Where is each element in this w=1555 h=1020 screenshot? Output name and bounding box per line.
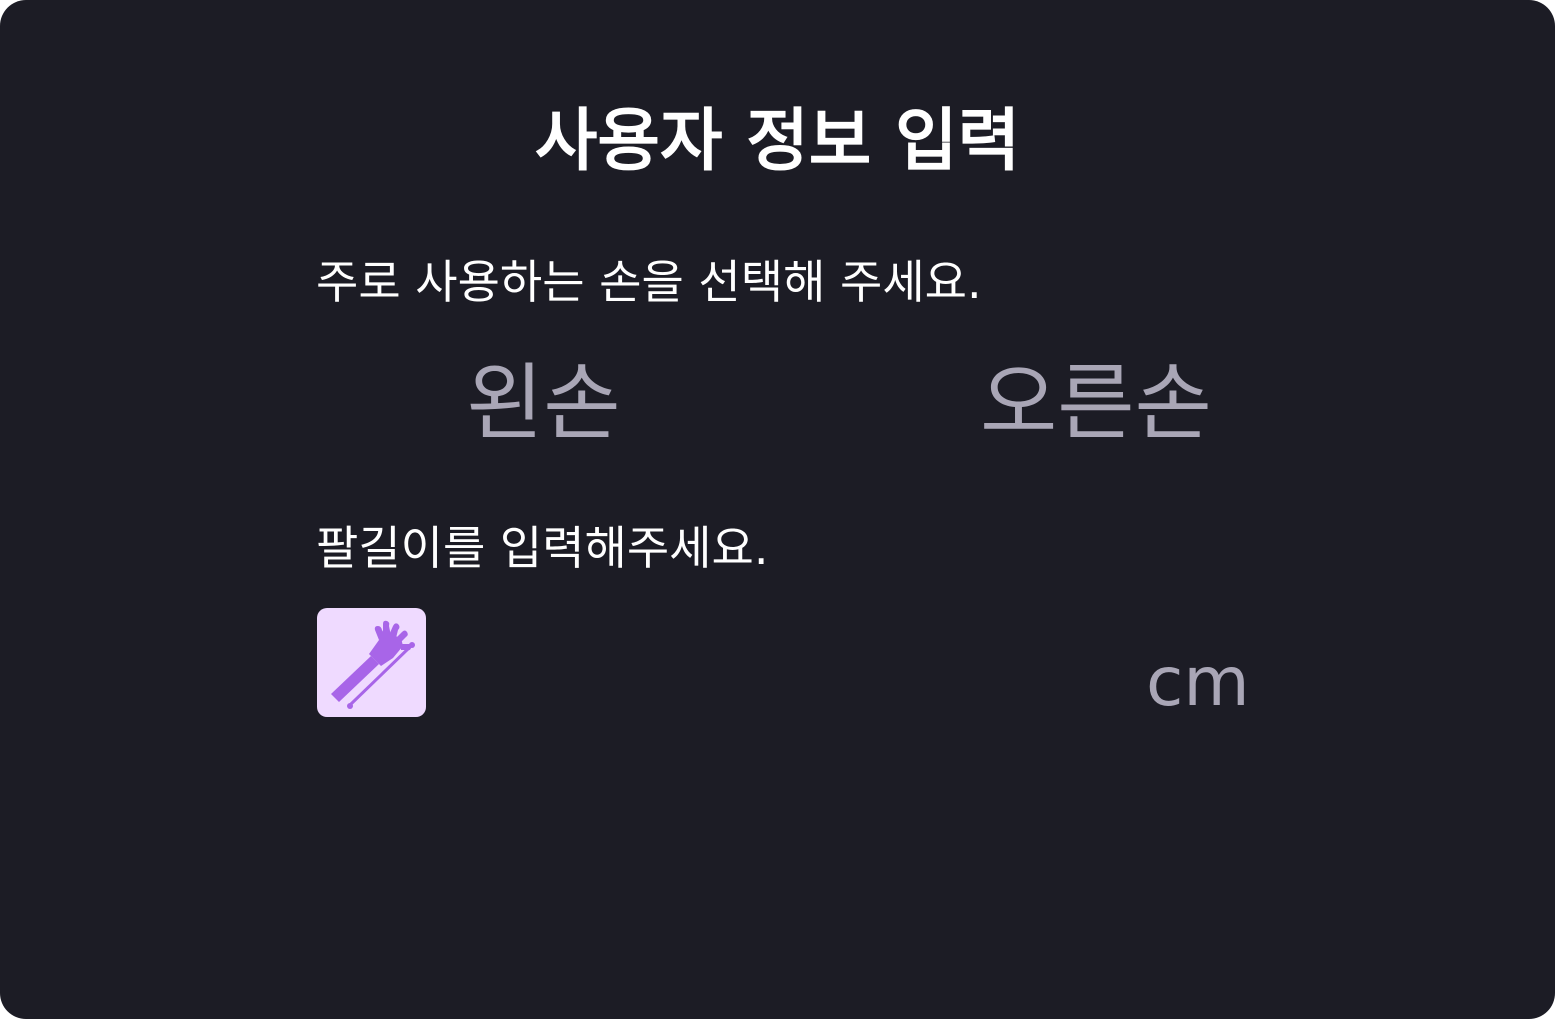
arm-ruler-icon bbox=[317, 608, 426, 717]
user-info-panel: 사용자 정보 입력 주로 사용하는 손을 선택해 주세요. 왼손 오른손 팔길이… bbox=[0, 0, 1555, 1019]
page-title: 사용자 정보 입력 bbox=[534, 102, 1021, 181]
hand-question-label: 주로 사용하는 손을 선택해 주세요. bbox=[316, 255, 982, 309]
arm-length-input[interactable] bbox=[450, 630, 1134, 732]
arm-length-question-label: 팔길이를 입력해주세요. bbox=[316, 521, 769, 575]
left-hand-option[interactable]: 왼손 bbox=[466, 348, 621, 458]
right-hand-option[interactable]: 오른손 bbox=[980, 348, 1212, 458]
arm-length-unit: cm bbox=[1146, 643, 1250, 722]
